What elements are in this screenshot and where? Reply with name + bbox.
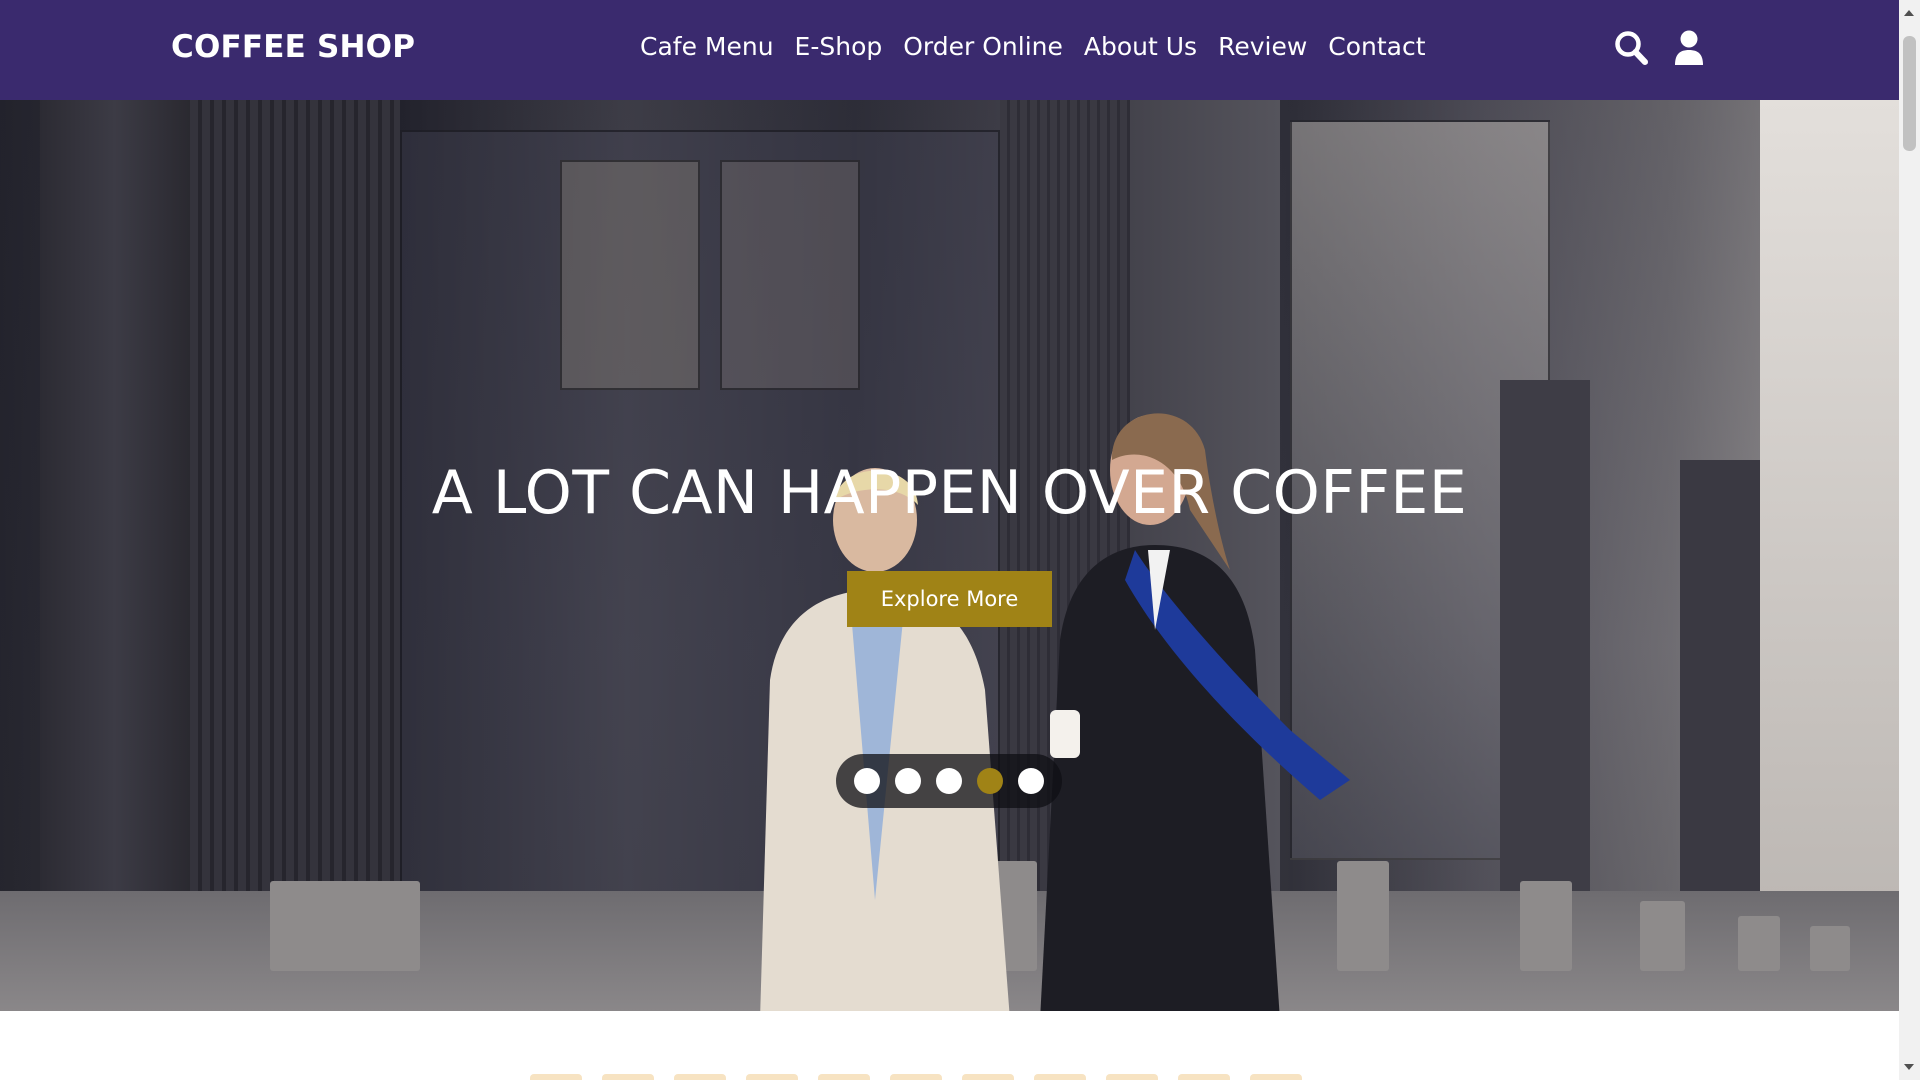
section-chip bbox=[1106, 1074, 1158, 1080]
explore-more-button[interactable]: Explore More bbox=[847, 571, 1052, 627]
carousel-dot-5[interactable] bbox=[1018, 768, 1044, 794]
section-chip bbox=[746, 1074, 798, 1080]
bollard bbox=[1738, 916, 1780, 971]
section-chip bbox=[890, 1074, 942, 1080]
next-section-peek bbox=[530, 1074, 1302, 1080]
section-chip bbox=[962, 1074, 1014, 1080]
nav-e-shop[interactable]: E-Shop bbox=[795, 32, 883, 61]
section-chip bbox=[602, 1074, 654, 1080]
section-chip bbox=[530, 1074, 582, 1080]
bollard bbox=[1520, 881, 1572, 971]
section-chip bbox=[1034, 1074, 1086, 1080]
glass-facade bbox=[560, 160, 700, 390]
brand-logo[interactable]: COFFEE SHOP bbox=[171, 29, 415, 65]
carousel-indicators bbox=[836, 754, 1062, 808]
section-chip bbox=[674, 1074, 726, 1080]
nav-links: Cafe Menu E-Shop Order Online About Us R… bbox=[640, 32, 1447, 61]
page-scrollbar[interactable] bbox=[1899, 0, 1920, 1080]
bollard bbox=[270, 881, 420, 971]
carousel-dot-1[interactable] bbox=[854, 768, 880, 794]
glass-facade bbox=[720, 160, 860, 390]
section-chip bbox=[1178, 1074, 1230, 1080]
woman-light-coat bbox=[760, 468, 1010, 1011]
carousel-dot-2[interactable] bbox=[895, 768, 921, 794]
nav-review[interactable]: Review bbox=[1218, 32, 1307, 61]
carousel-dot-3[interactable] bbox=[936, 768, 962, 794]
nav-about-us[interactable]: About Us bbox=[1084, 32, 1197, 61]
carousel-dot-4[interactable] bbox=[977, 768, 1003, 794]
bollard bbox=[1810, 926, 1850, 971]
search-icon[interactable] bbox=[1614, 30, 1648, 70]
top-navbar: COFFEE SHOP Cafe Menu E-Shop Order Onlin… bbox=[0, 0, 1899, 100]
building-pillar bbox=[190, 100, 400, 1011]
nav-cafe-menu[interactable]: Cafe Menu bbox=[640, 32, 774, 61]
scroll-down-arrow[interactable] bbox=[1904, 1064, 1914, 1070]
scroll-thumb[interactable] bbox=[1903, 36, 1916, 151]
user-icon[interactable] bbox=[1674, 30, 1704, 70]
nav-order-online[interactable]: Order Online bbox=[903, 32, 1063, 61]
scroll-up-arrow[interactable] bbox=[1904, 10, 1914, 16]
section-chip bbox=[1250, 1074, 1302, 1080]
building-pillar bbox=[40, 100, 190, 1011]
section-chip bbox=[818, 1074, 870, 1080]
hero-title: A LOT CAN HAPPEN OVER COFFEE bbox=[431, 458, 1468, 528]
hero-carousel: A LOT CAN HAPPEN OVER COFFEE Explore Mor… bbox=[0, 100, 1899, 1011]
nav-contact[interactable]: Contact bbox=[1328, 32, 1425, 61]
bollard bbox=[1640, 901, 1685, 971]
